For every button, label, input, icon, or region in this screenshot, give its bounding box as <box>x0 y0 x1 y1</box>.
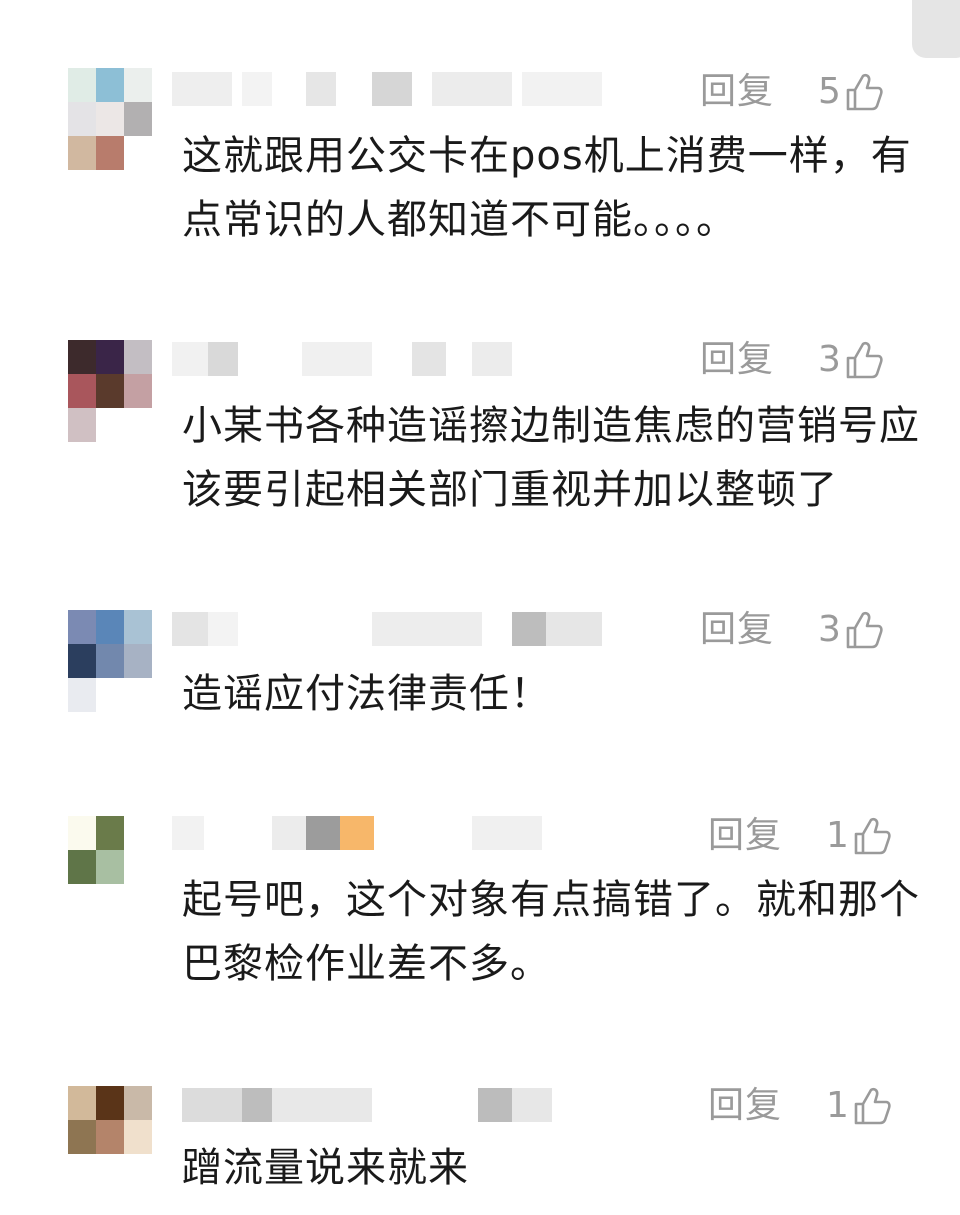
avatar-pixel <box>68 816 96 850</box>
avatar-pixel <box>68 136 96 170</box>
avatar-pixel <box>68 408 96 442</box>
avatar-pixel <box>96 1086 124 1120</box>
avatar-pixel <box>124 850 152 884</box>
comment-text: 蹭流量说来就来 <box>182 1145 469 1191</box>
thumbs-up-icon <box>854 1087 891 1125</box>
avatar-pixel <box>68 610 96 644</box>
avatar-pixel <box>124 340 152 374</box>
avatar-pixel <box>68 884 96 918</box>
like-count: 5 <box>818 71 841 112</box>
like-button[interactable]: 1 <box>826 816 891 856</box>
avatar-pixel <box>124 884 152 918</box>
reply-button[interactable]: 回复 <box>700 342 774 378</box>
username-blurred[interactable] <box>172 1088 552 1122</box>
avatar-pixel <box>96 136 124 170</box>
avatar-pixel <box>96 374 124 408</box>
avatar-pixel <box>96 340 124 374</box>
avatar-pixel <box>96 1154 124 1188</box>
username-blurred[interactable] <box>172 816 552 850</box>
avatar-pixel <box>68 340 96 374</box>
avatar-pixel <box>124 68 152 102</box>
like-count: 3 <box>818 339 841 380</box>
scrollbar-thumb[interactable] <box>912 0 960 58</box>
avatar-pixel <box>96 68 124 102</box>
avatar-pixel <box>68 102 96 136</box>
avatar-pixel <box>96 850 124 884</box>
thumbs-up-icon <box>854 817 891 855</box>
avatar-pixel <box>124 678 152 712</box>
avatar-pixel <box>96 884 124 918</box>
like-count: 1 <box>826 1085 849 1126</box>
thumbs-up-icon <box>846 73 883 111</box>
avatar-pixel <box>124 408 152 442</box>
like-count: 3 <box>818 609 841 650</box>
reply-button[interactable]: 回复 <box>708 1088 782 1124</box>
avatar-pixel <box>124 816 152 850</box>
avatar-pixel <box>68 1120 96 1154</box>
thumbs-up-icon <box>846 341 883 379</box>
reply-button[interactable]: 回复 <box>700 74 774 110</box>
avatar[interactable] <box>68 340 152 442</box>
comment-text: 小某书各种造谣擦边制造焦虑的营销号应该要引起相关部门重视并加以整顿了 <box>182 403 920 513</box>
avatar-pixel <box>68 850 96 884</box>
avatar-pixel <box>68 1154 96 1188</box>
avatar-pixel <box>96 678 124 712</box>
avatar-pixel <box>124 1154 152 1188</box>
avatar-pixel <box>124 1086 152 1120</box>
like-count: 1 <box>826 815 849 856</box>
like-button[interactable]: 3 <box>818 610 883 650</box>
username-blurred[interactable] <box>172 72 602 106</box>
avatar-pixel <box>96 610 124 644</box>
avatar-pixel <box>68 644 96 678</box>
like-button[interactable]: 3 <box>818 340 883 380</box>
avatar-pixel <box>68 1086 96 1120</box>
avatar[interactable] <box>68 816 152 918</box>
avatar[interactable] <box>68 1086 152 1188</box>
username-blurred[interactable] <box>172 612 602 646</box>
username-blurred[interactable] <box>172 342 512 376</box>
avatar-pixel <box>124 1120 152 1154</box>
reply-button[interactable]: 回复 <box>700 612 774 648</box>
comment-text: 这就跟用公交卡在pos机上消费一样，有点常识的人都知道不可能。。。。 <box>182 133 912 243</box>
avatar-pixel <box>96 644 124 678</box>
like-button[interactable]: 5 <box>818 72 883 112</box>
thumbs-up-icon <box>846 611 883 649</box>
avatar-pixel <box>124 644 152 678</box>
avatar-pixel <box>124 374 152 408</box>
avatar-pixel <box>96 408 124 442</box>
avatar-pixel <box>68 678 96 712</box>
avatar-pixel <box>96 102 124 136</box>
avatar-pixel <box>96 1120 124 1154</box>
avatar[interactable] <box>68 610 152 712</box>
avatar[interactable] <box>68 68 152 170</box>
comment-text: 造谣应付法律责任！ <box>182 671 551 717</box>
avatar-pixel <box>68 68 96 102</box>
comment-text: 起号吧，这个对象有点搞错了。就和那个巴黎检作业差不多。 <box>182 877 920 987</box>
avatar-pixel <box>68 374 96 408</box>
avatar-pixel <box>124 610 152 644</box>
like-button[interactable]: 1 <box>826 1086 891 1126</box>
avatar-pixel <box>124 102 152 136</box>
avatar-pixel <box>96 816 124 850</box>
avatar-pixel <box>124 136 152 170</box>
reply-button[interactable]: 回复 <box>708 818 782 854</box>
